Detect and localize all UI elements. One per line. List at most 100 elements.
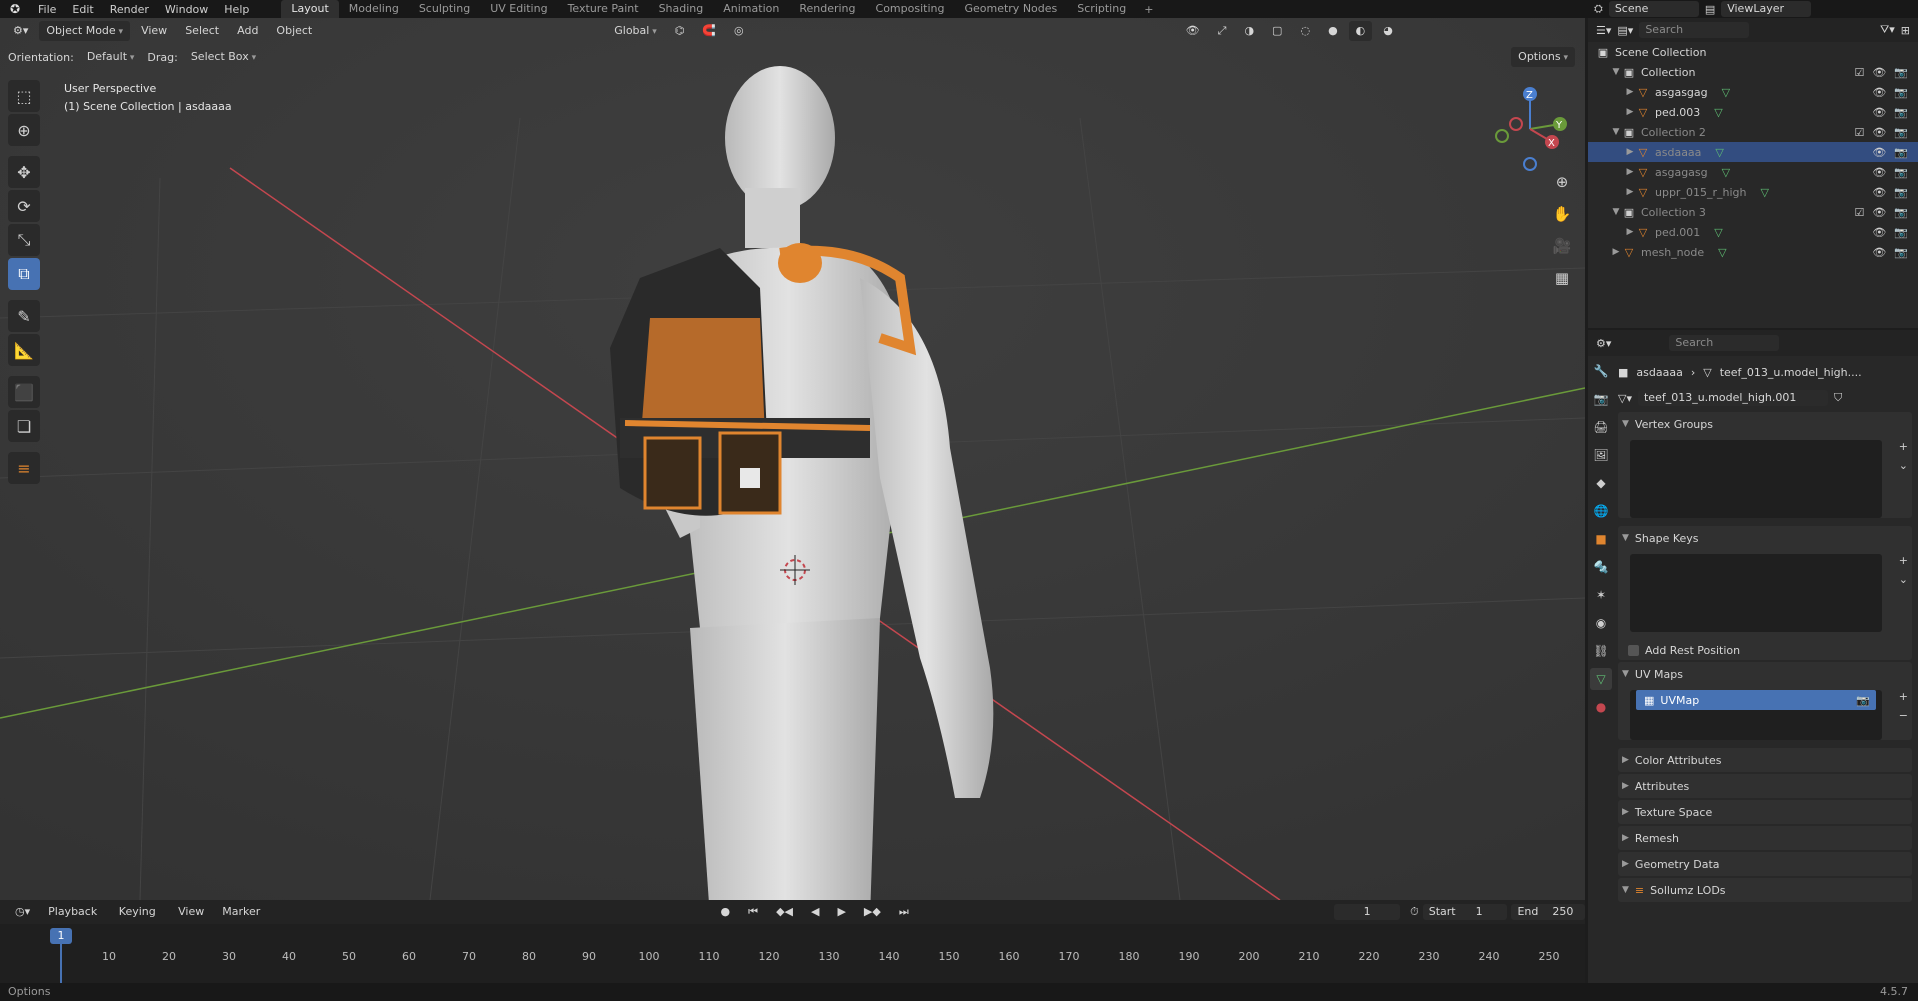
stopwatch-icon[interactable]: ⏱ — [1410, 905, 1419, 919]
vertex-groups-header[interactable]: ▼ Vertex Groups — [1618, 412, 1912, 436]
sollumz-tool-icon[interactable]: ≡ — [8, 452, 40, 484]
select-box-tool-icon[interactable]: ⬚ — [8, 80, 40, 112]
outliner-item[interactable]: ▼ ▣ Collection 3 ☑ 👁 📷 — [1588, 202, 1918, 222]
visibility-eye-icon[interactable]: 👁 — [1872, 226, 1886, 239]
tab-shading[interactable]: Shading — [649, 0, 714, 18]
tab-animation[interactable]: Animation — [713, 0, 789, 18]
pan-hand-icon[interactable]: ✋ — [1548, 200, 1576, 228]
outliner-item[interactable]: ▶ ▽ asdaaaa ▽ 👁 📷 — [1588, 142, 1918, 162]
display-mode-icon[interactable]: ▤▾ — [1617, 24, 1633, 37]
perspective-toggle-icon[interactable]: ▦ — [1548, 264, 1576, 292]
keying-menu[interactable]: Keying — [112, 902, 167, 922]
fake-user-icon[interactable]: ⛉ — [1834, 391, 1842, 405]
expand-arrow-icon[interactable]: ▼ — [1610, 67, 1622, 77]
outliner-search-input[interactable]: Search — [1639, 22, 1750, 38]
render-camera-icon[interactable]: 📷 — [1894, 246, 1908, 259]
editor-type-icon[interactable]: ⚙▾ — [6, 21, 35, 41]
shape-keys-list[interactable]: + ⌄ — [1630, 554, 1908, 632]
visibility-eye-icon[interactable]: 👁 — [1872, 206, 1886, 219]
status-options[interactable]: Options — [8, 985, 50, 998]
expand-arrow-icon[interactable]: ▶ — [1624, 167, 1636, 177]
jump-end-icon[interactable]: ⏭ — [892, 902, 916, 922]
view-layer-tab-icon[interactable]: 🖼 — [1590, 444, 1612, 466]
render-camera-icon[interactable]: 📷 — [1894, 166, 1908, 179]
active-render-icon[interactable]: 📷 — [1856, 694, 1870, 707]
mesh-name-field[interactable]: teef_013_u.model_high.001 — [1637, 390, 1828, 406]
menu-edit[interactable]: Edit — [64, 3, 101, 16]
start-frame-field[interactable]: Start 1 — [1422, 904, 1508, 920]
add-menu[interactable]: Add — [230, 21, 265, 41]
playback-menu[interactable]: Playback — [41, 902, 108, 922]
vertex-groups-list[interactable]: + ⌄ — [1630, 440, 1908, 518]
visibility-eye-icon[interactable]: 👁 — [1872, 106, 1886, 119]
auto-key-icon[interactable]: ● — [714, 902, 738, 922]
constraints-tab-icon[interactable]: ⛓ — [1590, 640, 1612, 662]
add-cube-tool-icon[interactable]: ⬛ — [8, 376, 40, 408]
menu-help[interactable]: Help — [216, 3, 257, 16]
expand-arrow-icon[interactable]: ▼ — [1610, 207, 1622, 217]
world-tab-icon[interactable]: 🌐 — [1590, 500, 1612, 522]
transform-tool-icon[interactable]: ⧉ — [8, 258, 40, 290]
render-camera-icon[interactable]: 📷 — [1894, 126, 1908, 139]
render-camera-icon[interactable]: 📷 — [1894, 226, 1908, 239]
mode-selector[interactable]: Object Mode — [39, 21, 131, 41]
move-tool-icon[interactable]: ✥ — [8, 156, 40, 188]
uv-maps-list[interactable]: ▦ UVMap 📷 + − — [1630, 690, 1908, 740]
select-menu[interactable]: Select — [178, 21, 226, 41]
viewlayer-field[interactable]: ViewLayer — [1721, 1, 1812, 17]
timeline-editor-icon[interactable]: ◷▾ — [8, 902, 37, 922]
tab-geometry-nodes[interactable]: Geometry Nodes — [954, 0, 1067, 18]
shading-rendered-icon[interactable]: ◕ — [1376, 21, 1400, 41]
tab-scripting[interactable]: Scripting — [1067, 0, 1136, 18]
navigation-gizmo[interactable]: Z Y X — [1490, 84, 1570, 174]
visibility-icon[interactable]: 👁 — [1179, 21, 1207, 41]
exclude-checkbox-icon[interactable]: ☑ — [1854, 66, 1864, 79]
scale-tool-icon[interactable]: ⤡ — [8, 224, 40, 256]
scene-field[interactable]: Scene — [1608, 1, 1699, 17]
shading-wireframe-icon[interactable]: ◌ — [1293, 21, 1317, 41]
panel-texture-space[interactable]: ▶ Texture Space — [1618, 800, 1912, 824]
tab-texture-paint[interactable]: Texture Paint — [558, 0, 649, 18]
prev-keyframe-icon[interactable]: ◆◀ — [769, 902, 800, 922]
visibility-eye-icon[interactable]: 👁 — [1872, 86, 1886, 99]
current-frame-field[interactable]: 1 — [1334, 904, 1401, 920]
outliner-item[interactable]: ▶ ▽ ped.001 ▽ 👁 📷 — [1588, 222, 1918, 242]
render-camera-icon[interactable]: 📷 — [1894, 146, 1908, 159]
physics-tab-icon[interactable]: ◉ — [1590, 612, 1612, 634]
uv-maps-header[interactable]: ▼ UV Maps — [1618, 662, 1912, 686]
shading-material-icon[interactable]: ◐ — [1348, 21, 1373, 41]
render-tab-icon[interactable]: 📷 — [1590, 388, 1612, 410]
menu-window[interactable]: Window — [157, 3, 216, 16]
expand-arrow-icon[interactable]: ▶ — [1624, 147, 1636, 157]
camera-view-icon[interactable]: 🎥 — [1548, 232, 1576, 260]
measure-tool-icon[interactable]: 📐 — [8, 334, 40, 366]
jump-start-icon[interactable]: ⏮ — [741, 902, 765, 922]
marker-menu[interactable]: Marker — [215, 902, 267, 922]
tab-compositing[interactable]: Compositing — [866, 0, 955, 18]
outliner-item[interactable]: ▶ ▽ asgasgag ▽ 👁 📷 — [1588, 82, 1918, 102]
add-uv-map-icon[interactable]: + — [1899, 690, 1908, 703]
object-tab-icon[interactable]: ■ — [1590, 528, 1612, 550]
outliner-item[interactable]: ▼ ▣ Collection ☑ 👁 📷 — [1588, 62, 1918, 82]
pivot-icon[interactable]: ⌬ — [668, 21, 692, 41]
outliner-item[interactable]: ▶ ▽ uppr_015_r_high ▽ 👁 📷 — [1588, 182, 1918, 202]
add-rest-position-checkbox[interactable] — [1628, 644, 1639, 656]
xray-icon[interactable]: ▢ — [1265, 21, 1289, 41]
visibility-eye-icon[interactable]: 👁 — [1872, 246, 1886, 259]
zoom-icon[interactable]: ⊕ — [1548, 168, 1576, 196]
add-vertex-group-icon[interactable]: + — [1899, 440, 1908, 453]
orientation-dropdown[interactable]: Default — [80, 47, 142, 67]
material-tab-icon[interactable]: ● — [1590, 696, 1612, 718]
timeline-ruler[interactable]: 1 10 20 30 40 50 60 70 80 90 100 110 120 130 140 150 16… — [0, 924, 1585, 983]
visibility-eye-icon[interactable]: 👁 — [1872, 146, 1886, 159]
exclude-checkbox-icon[interactable]: ☑ — [1854, 206, 1864, 219]
next-keyframe-icon[interactable]: ▶◆ — [857, 902, 888, 922]
expand-arrow-icon[interactable]: ▶ — [1624, 87, 1636, 97]
cursor-tool-icon[interactable]: ⊕ — [8, 114, 40, 146]
remove-uv-map-icon[interactable]: − — [1899, 709, 1908, 722]
new-collection-icon[interactable]: ⊞ — [1901, 24, 1910, 37]
render-camera-icon[interactable]: 📷 — [1894, 186, 1908, 199]
visibility-eye-icon[interactable]: 👁 — [1872, 166, 1886, 179]
object-menu[interactable]: Object — [269, 21, 319, 41]
outliner-root[interactable]: ▣ Scene Collection — [1588, 42, 1918, 62]
